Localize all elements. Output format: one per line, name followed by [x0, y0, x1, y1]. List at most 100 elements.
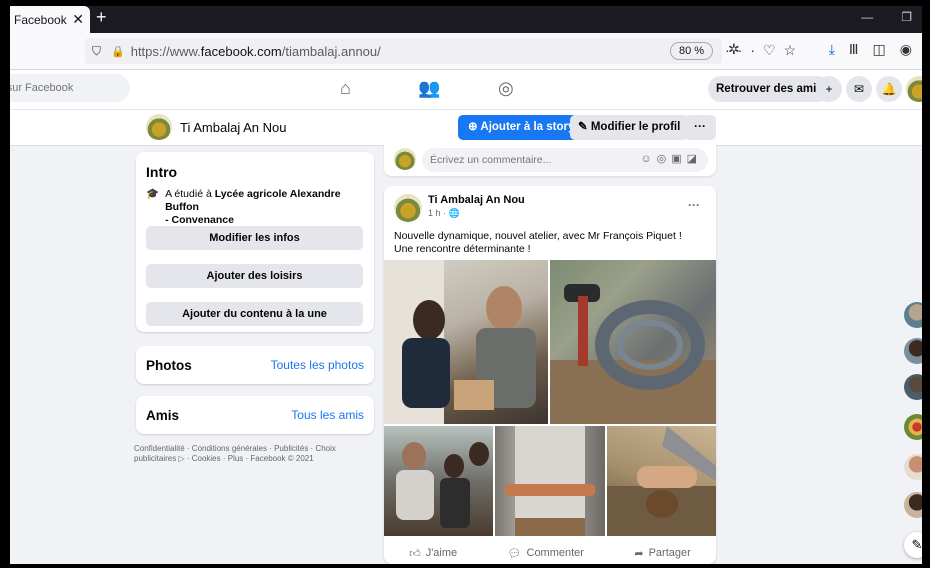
tab-bar: Facebook ✕ + — ❐	[10, 6, 922, 33]
profile-more-button[interactable]: ···	[684, 115, 716, 140]
all-photos-link[interactable]: Toutes les photos	[271, 358, 364, 372]
intro-title: Intro	[146, 164, 178, 180]
gif-icon[interactable]: ▣	[671, 153, 686, 165]
post-photo[interactable]	[550, 260, 716, 424]
browser-window: Facebook ✕ + — ❐ ⛉ 🔒 https://www.faceboo…	[10, 6, 922, 564]
url-bar[interactable]: ⛉ 🔒 https://www.facebook.com/tiambalaj.a…	[85, 38, 796, 64]
post-timestamp[interactable]: 1 h · 🌐	[428, 208, 460, 219]
footer-links[interactable]: Confidentialité · Conditions générales ·…	[134, 444, 374, 464]
window-controls: — ❐	[861, 10, 912, 24]
profile-header-bar: Ti Ambalaj An Nou ⊕ Ajouter à la story ✎…	[10, 110, 922, 146]
contact-avatar[interactable]	[904, 454, 922, 480]
messenger-icon[interactable]: ✉	[846, 76, 872, 102]
close-tab-icon[interactable]: ✕	[72, 11, 84, 28]
zoom-level[interactable]: 80 %	[670, 42, 714, 60]
comment-tools: ☺◎▣◪	[640, 152, 702, 165]
speech-bubble-icon: 💬︎	[507, 547, 522, 560]
post-text: Nouvelle dynamique, nouvel atelier, avec…	[394, 230, 682, 255]
studied-text: A étudié à Lycée agricole Alexandre Buff…	[165, 188, 371, 227]
restore-icon[interactable]: ❐	[901, 10, 912, 24]
comment-composer: ☺◎▣◪	[384, 144, 716, 176]
photos-card: Photos Toutes les photos	[136, 346, 374, 384]
post-photo[interactable]	[495, 426, 605, 536]
photo-group-working	[396, 442, 489, 528]
profile-name[interactable]: Ti Ambalaj An Nou	[180, 120, 286, 135]
commenter-avatar	[394, 148, 416, 170]
like-label: J'aime	[425, 547, 458, 559]
post-photo-grid	[384, 260, 716, 536]
add-featured-button[interactable]: Ajouter du contenu à la une	[146, 302, 363, 326]
post-options-button[interactable]: ···	[688, 198, 700, 212]
facebook-search[interactable]	[10, 74, 130, 102]
contact-avatar[interactable]	[904, 374, 922, 400]
download-icon[interactable]: ⤓	[829, 41, 835, 58]
share-button[interactable]: ➦ Partager	[634, 542, 690, 564]
post-photo[interactable]	[384, 260, 548, 424]
photo-workshop-two-men	[384, 260, 536, 424]
intro-card: Intro 🎓 A étudié à Lycée agricole Alexan…	[136, 152, 374, 332]
url-domain: facebook.com	[200, 43, 282, 59]
contact-avatar[interactable]	[904, 338, 922, 364]
notifications-icon[interactable]: 🔔	[876, 76, 902, 102]
minimize-icon[interactable]: —	[861, 10, 873, 24]
profile-avatar[interactable]	[146, 114, 172, 140]
sticker-icon[interactable]: ◪	[687, 153, 702, 165]
share-arrow-icon: ➦	[634, 547, 644, 560]
graduation-cap-icon: 🎓	[146, 188, 160, 200]
bookmark-star-icon[interactable]: ☆	[784, 42, 805, 58]
post-photo[interactable]	[384, 426, 493, 536]
search-input[interactable]	[10, 82, 120, 94]
new-tab-icon[interactable]: +	[96, 7, 107, 28]
share-label: Partager	[648, 547, 691, 559]
all-friends-link[interactable]: Tous les amis	[291, 408, 364, 422]
url-text[interactable]: https://www.facebook.com/tiambalaj.annou…	[131, 44, 381, 59]
contact-avatar[interactable]	[904, 414, 922, 440]
comment-label: Commenter	[526, 547, 584, 559]
emoji-icon[interactable]: ☺	[640, 153, 656, 165]
home-icon[interactable]: ⌂	[340, 78, 351, 99]
tab-title: Facebook	[14, 12, 67, 27]
thumbs-up-icon: 👍︎	[409, 547, 421, 560]
add-to-story-button[interactable]: ⊕ Ajouter à la story	[458, 115, 585, 140]
groups-icon[interactable]: ◎	[498, 78, 514, 99]
camera-icon[interactable]: ◎	[657, 153, 672, 165]
sidebar-icon[interactable]: ◫	[873, 41, 886, 58]
post-author-avatar[interactable]	[394, 194, 422, 222]
url-prefix: https://www.	[130, 43, 201, 59]
post-author-name[interactable]: Ti Ambalaj An Nou	[428, 194, 525, 206]
facebook-top-nav: ⌂ 👥 ◎ Retrouver des amis + ✉ 🔔	[10, 70, 922, 110]
contact-avatar[interactable]	[904, 492, 922, 518]
school-suffix[interactable]: - Convenance	[165, 214, 234, 226]
account-icon[interactable]: ◉	[900, 41, 912, 58]
tab-facebook[interactable]: Facebook ✕	[10, 6, 90, 33]
photos-title: Photos	[146, 358, 192, 373]
feed-post: Ti Ambalaj An Nou 1 h · 🌐 ··· Nouvelle d…	[384, 186, 716, 564]
toolbar-icons: ⤓ Ⅲ ◫ ◉	[829, 41, 912, 58]
library-icon[interactable]: Ⅲ	[849, 41, 859, 58]
edit-profile-label: Modifier le profil	[590, 121, 681, 133]
friends-icon[interactable]: 👥	[418, 78, 440, 99]
pocket-icon[interactable]: ♡	[763, 42, 784, 58]
photo-wire-coil	[550, 284, 716, 424]
extension-icon[interactable]: ✲	[728, 41, 740, 58]
post-actions: 👍︎ J'aime 💬︎ Commenter ➦ Partager	[384, 542, 716, 564]
edit-profile-button[interactable]: ✎ Modifier le profil	[570, 115, 689, 140]
find-friends-button[interactable]: Retrouver des amis	[708, 76, 831, 102]
add-hobbies-button[interactable]: Ajouter des loisirs	[146, 264, 363, 288]
like-button[interactable]: 👍︎ J'aime	[409, 542, 457, 564]
account-avatar[interactable]	[906, 76, 922, 102]
friends-title: Amis	[146, 408, 180, 423]
photo-metal-cylinder	[505, 426, 595, 536]
new-message-icon[interactable]: ✎	[904, 532, 922, 558]
shield-icon[interactable]: ⛉	[92, 44, 101, 59]
add-story-label: Ajouter à la story	[480, 121, 575, 133]
url-path: /tiambalaj.annou/	[281, 43, 381, 59]
create-icon[interactable]: +	[816, 76, 842, 102]
lock-icon[interactable]: 🔒	[111, 45, 125, 58]
post-photo[interactable]	[607, 426, 716, 536]
edit-info-button[interactable]: Modifier les infos	[146, 226, 363, 250]
friends-card: Amis Tous les amis	[136, 396, 374, 434]
studied-at: 🎓 A étudié à Lycée agricole Alexandre Bu…	[146, 188, 371, 227]
contact-avatar[interactable]	[904, 302, 922, 328]
comment-button[interactable]: 💬︎ Commenter	[508, 542, 584, 564]
